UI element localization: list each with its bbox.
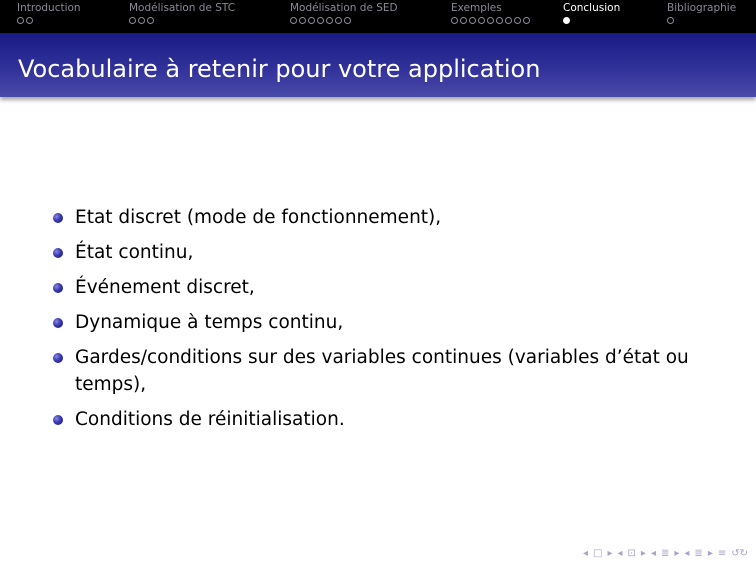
nav-section-exemples[interactable]: Exemples xyxy=(451,2,532,27)
list-item: Événement discret, xyxy=(52,274,712,301)
nav-section-label: Modélisation de SED xyxy=(290,2,398,14)
slide-content: Etat discret (mode de fonctionnement), É… xyxy=(52,204,712,441)
frame-dot-icon[interactable] xyxy=(147,17,154,24)
nav-section-introduction[interactable]: Introduction xyxy=(17,2,81,27)
nav-section-conclusion[interactable]: Conclusion xyxy=(563,2,620,27)
nav-section-label: Introduction xyxy=(17,2,81,14)
next-subsection-icon[interactable]: ▸ xyxy=(641,548,646,559)
frame-dot-icon[interactable] xyxy=(129,17,136,24)
nav-section-label: Bibliographie xyxy=(667,2,737,14)
list-item-text: Dynamique à temps continu, xyxy=(75,312,344,333)
frame-dot-icon[interactable] xyxy=(514,17,521,24)
frame-dot-icon[interactable] xyxy=(326,17,333,24)
frame-dot-icon[interactable] xyxy=(478,17,485,24)
bullet-icon xyxy=(53,213,63,223)
list-item-text: Conditions de réinitialisation. xyxy=(75,409,345,430)
frame-dot-icon[interactable] xyxy=(523,17,530,24)
list-item: État continu, xyxy=(52,239,712,266)
bullet-icon xyxy=(53,318,63,328)
section-navigation-bar: Introduction Modélisation de STC Modélis… xyxy=(0,0,756,33)
list-item: Gardes/conditions sur des variables cont… xyxy=(52,344,712,398)
frame-dot-icon[interactable] xyxy=(138,17,145,24)
frame-dot-icon[interactable] xyxy=(317,17,324,24)
previous-part-icon[interactable]: ◂ xyxy=(684,548,689,559)
frame-dot-icon[interactable] xyxy=(308,17,315,24)
nav-section-dots xyxy=(129,17,235,27)
frame-icon[interactable]: □ xyxy=(593,548,602,559)
nav-section-dots xyxy=(451,17,532,27)
nav-section-modelisation-sed[interactable]: Modélisation de SED xyxy=(290,2,398,27)
list-item-text: Événement discret, xyxy=(75,277,255,298)
bullet-list: Etat discret (mode de fonctionnement), É… xyxy=(52,204,712,433)
frame-dot-icon[interactable] xyxy=(290,17,297,24)
previous-frame-icon[interactable]: ◂ xyxy=(583,548,588,559)
list-item-text: Gardes/conditions sur des variables cont… xyxy=(75,347,689,395)
nav-section-dots xyxy=(290,17,398,27)
list-item-text: Etat discret (mode de fonctionnement), xyxy=(75,207,442,228)
navigation-symbols: ◂ □ ▸ ◂ ⊡ ▸ ◂ ≣ ▸ ◂ ≣ ▸ ≡ ↺↻ xyxy=(583,548,748,559)
nav-section-label: Modélisation de STC xyxy=(129,2,236,14)
frame-dot-icon[interactable] xyxy=(299,17,306,24)
nav-section-modelisation-stc[interactable]: Modélisation de STC xyxy=(129,2,235,27)
nav-section-dots xyxy=(563,17,620,27)
frame-dot-icon[interactable] xyxy=(487,17,494,24)
section-icon[interactable]: ≣ xyxy=(661,548,669,559)
next-frame-icon[interactable]: ▸ xyxy=(607,548,612,559)
frame-dot-icon[interactable] xyxy=(17,17,24,24)
bullet-icon xyxy=(53,248,63,258)
list-item: Etat discret (mode de fonctionnement), xyxy=(52,204,712,231)
frame-dot-icon[interactable] xyxy=(26,17,33,24)
list-item: Dynamique à temps continu, xyxy=(52,309,712,336)
nav-section-bibliographie[interactable]: Bibliographie xyxy=(667,2,736,27)
nav-section-label: Exemples xyxy=(451,2,502,14)
nav-section-dots xyxy=(17,17,81,27)
frame-title: Vocabulaire à retenir pour votre applica… xyxy=(18,55,541,83)
frame-dot-icon[interactable] xyxy=(469,17,476,24)
frame-dot-icon[interactable] xyxy=(505,17,512,24)
frame-dot-icon[interactable] xyxy=(667,17,674,24)
search-icon[interactable]: ↺↻ xyxy=(731,548,748,559)
frame-dot-icon[interactable] xyxy=(451,17,458,24)
frame-dot-icon[interactable] xyxy=(460,17,467,24)
list-item: Conditions de réinitialisation. xyxy=(52,406,712,433)
frame-title-bar: Vocabulaire à retenir pour votre applica… xyxy=(0,33,756,97)
frame-dot-icon[interactable] xyxy=(335,17,342,24)
next-section-icon[interactable]: ▸ xyxy=(674,548,679,559)
bullet-icon xyxy=(53,353,63,363)
nav-section-label: Conclusion xyxy=(563,2,621,14)
outline-icon[interactable]: ≡ xyxy=(718,548,726,559)
subsection-icon[interactable]: ⊡ xyxy=(628,548,636,559)
frame-dot-icon[interactable] xyxy=(344,17,351,24)
list-item-text: État continu, xyxy=(75,242,194,263)
part-icon[interactable]: ≣ xyxy=(694,548,702,559)
bullet-icon xyxy=(53,415,63,425)
nav-section-dots xyxy=(667,17,736,27)
previous-subsection-icon[interactable]: ◂ xyxy=(617,548,622,559)
previous-section-icon[interactable]: ◂ xyxy=(651,548,656,559)
next-part-icon[interactable]: ▸ xyxy=(708,548,713,559)
frame-dot-icon[interactable] xyxy=(496,17,503,24)
current-frame-dot-icon[interactable] xyxy=(563,17,570,24)
bullet-icon xyxy=(53,283,63,293)
